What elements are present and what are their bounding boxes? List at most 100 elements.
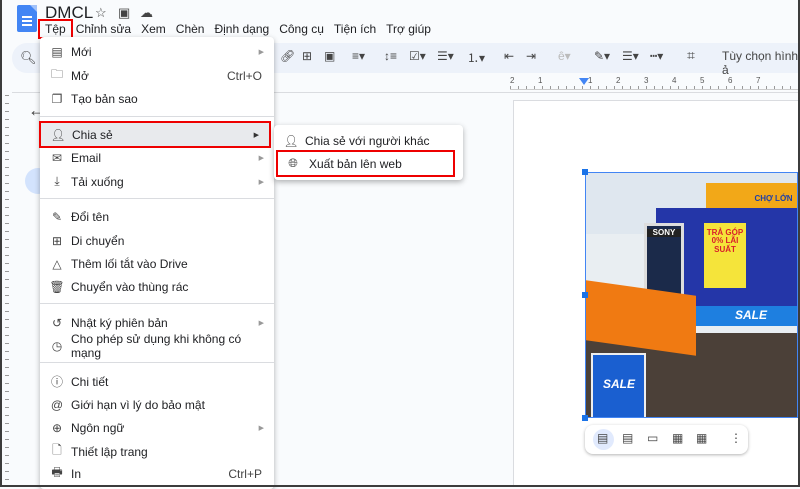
submenu-arrow-icon: ▶ xyxy=(258,154,264,162)
menu-item-details[interactable]: ⓘ Chi tiết xyxy=(40,370,274,393)
submenu-arrow-icon: ▶ xyxy=(258,48,264,56)
search-menus-icon[interactable]: 🔍︎ xyxy=(20,50,37,66)
ruler-label: 2 xyxy=(510,76,515,85)
document-title[interactable]: DMCL xyxy=(45,3,93,23)
cloud-saved-icon[interactable]: ☁ xyxy=(140,5,153,21)
break-text-icon[interactable]: ▭ xyxy=(647,431,658,445)
crop-icon[interactable]: ⌗ xyxy=(687,47,695,64)
horizontal-ruler[interactable]: 2 1 1 2 3 4 5 6 7 xyxy=(510,76,798,90)
menu-insert[interactable]: Chèn xyxy=(171,21,210,37)
printer-icon: 🖶 xyxy=(51,465,63,479)
move-folder-icon[interactable]: ▣ xyxy=(118,5,130,21)
menu-label: Ngôn ngữ xyxy=(71,420,125,435)
ruler-label: 5 xyxy=(700,76,705,85)
submenu-arrow-icon: ▶ xyxy=(253,131,259,139)
divider xyxy=(40,198,274,199)
resize-handle[interactable] xyxy=(582,169,588,175)
in-front-of-text-icon[interactable]: ▦ xyxy=(696,431,707,445)
menu-item-offline[interactable]: ◷ Cho phép sử dụng khi không có mạng xyxy=(40,331,274,360)
trash-icon: 🗑︎ xyxy=(49,279,65,294)
insert-image-icon[interactable]: ▣ xyxy=(324,49,335,63)
resize-handle[interactable] xyxy=(582,415,588,421)
menu-bar: Tệp Chỉnh sửa Xem Chèn Định dạng Công cụ… xyxy=(38,19,436,39)
ruler-label: 3 xyxy=(644,76,649,85)
border-color-icon[interactable]: ✎▾ xyxy=(594,49,610,63)
doc-icon: ▤ xyxy=(51,44,63,59)
docs-logo-icon[interactable] xyxy=(17,5,37,32)
copy-icon: ❐ xyxy=(51,91,63,106)
menu-extensions[interactable]: Tiện ích xyxy=(329,21,381,37)
menu-tools[interactable]: Công cụ xyxy=(274,21,329,37)
menu-item-email[interactable]: ✉ Email ▶ xyxy=(40,146,274,169)
photo-installment-text: TRẢ GÓP 0% LÃI SUẤT xyxy=(706,228,744,254)
menu-label: Cho phép sử dụng khi không có mạng xyxy=(71,331,242,360)
photo-sony-text: SONY xyxy=(647,228,681,238)
star-icon[interactable]: ☆ xyxy=(95,5,107,21)
image-layout-toolbar: ▤ ▤ ▭ ▦ ▦ ⋮ xyxy=(585,425,748,454)
menu-item-open[interactable]: 🗀 Mở Ctrl+O xyxy=(40,64,274,87)
decrease-indent-icon[interactable]: ⇤ xyxy=(504,49,514,63)
history-icon: ↺ xyxy=(51,315,63,330)
offline-icon: ◷ xyxy=(51,338,63,353)
menu-item-add-shortcut[interactable]: △ Thêm lối tắt vào Drive xyxy=(40,252,274,275)
submenu-arrow-icon: ▶ xyxy=(258,424,264,432)
menu-format[interactable]: Định dạng xyxy=(209,21,274,37)
pencil-icon: ✎ xyxy=(51,209,63,224)
menu-item-trash[interactable]: 🗑︎ Chuyển vào thùng rác xyxy=(40,275,274,298)
highlight-color-icon[interactable]: ê▾ xyxy=(558,49,571,63)
indent-marker[interactable] xyxy=(579,78,589,85)
menu-item-security-limits[interactable]: @ Giới hạn vì lý do bảo mật xyxy=(40,393,274,416)
increase-indent-icon[interactable]: ⇥ xyxy=(526,49,536,63)
menu-edit[interactable]: Chỉnh sửa xyxy=(71,21,136,37)
divider xyxy=(40,362,274,363)
ruler-label: 1 xyxy=(538,76,543,85)
photo-sale-sign-text: SALE xyxy=(602,377,635,391)
image-options-button[interactable]: Tùy chọn hình ả xyxy=(722,49,800,77)
person-add-icon: 👤︎ xyxy=(283,133,299,148)
menu-view[interactable]: Xem xyxy=(136,21,171,37)
align-icon[interactable]: ≡▾ xyxy=(352,49,365,63)
menu-label: Nhật ký phiên bản xyxy=(71,315,168,330)
menu-item-rename[interactable]: ✎ Đổi tên xyxy=(40,205,274,228)
photo-store-sign-text: CHỢ LỚN xyxy=(754,194,793,203)
menu-label: Mới xyxy=(71,44,92,59)
menu-label: Tải xuống xyxy=(71,174,124,189)
resize-handle[interactable] xyxy=(582,292,588,298)
wrap-text-icon[interactable]: ▤ xyxy=(622,431,633,445)
menu-label: Tạo bản sao xyxy=(71,91,138,106)
menu-item-language[interactable]: ⊕ Ngôn ngữ ▶ xyxy=(40,416,274,439)
menu-item-print[interactable]: 🖶 In Ctrl+P xyxy=(40,462,274,485)
behind-text-icon[interactable]: ▦ xyxy=(672,431,683,445)
divider xyxy=(40,303,274,304)
menu-item-move[interactable]: ⊞ Di chuyển xyxy=(40,229,274,252)
add-comment-icon[interactable]: ⊞ xyxy=(302,49,312,63)
menu-item-make-copy[interactable]: ❐ Tạo bản sao xyxy=(40,87,274,110)
info-icon: ⓘ xyxy=(50,375,63,389)
menu-label: Thêm lối tắt vào Drive xyxy=(71,256,188,271)
person-add-icon: 👤︎ xyxy=(50,127,66,142)
menu-help[interactable]: Trợ giúp xyxy=(381,21,436,37)
menu-item-share-with-others[interactable]: 👤︎ Chia sẻ với người khác xyxy=(274,129,463,152)
vertical-ruler[interactable] xyxy=(2,95,12,487)
menu-item-page-setup[interactable]: 🗋 Thiết lập trang xyxy=(40,440,274,463)
inline-text-icon[interactable]: ▤ xyxy=(597,431,608,445)
menu-item-download[interactable]: ⤓ Tải xuống ▶ xyxy=(40,170,274,193)
menu-label: Di chuyển xyxy=(71,233,125,248)
link-icon[interactable]: 🔗︎ xyxy=(280,49,295,63)
menu-item-new[interactable]: ▤ Mới ▶ xyxy=(40,40,274,63)
menu-file[interactable]: Tệp xyxy=(38,19,73,39)
drive-shortcut-icon: △ xyxy=(52,256,62,271)
menu-label: Email xyxy=(71,150,102,165)
more-options-icon[interactable]: ⋮ xyxy=(730,431,742,445)
checklist-icon[interactable]: ☑▾ xyxy=(409,49,426,63)
globe-icon: 🌐︎ xyxy=(288,156,298,170)
border-dash-icon[interactable]: ┅▾ xyxy=(650,49,663,63)
line-spacing-icon[interactable]: ↕≡ xyxy=(384,49,397,63)
ruler-label: 2 xyxy=(616,76,621,85)
bullet-list-icon[interactable]: ☰▾ xyxy=(437,49,454,63)
menu-item-publish-to-web[interactable]: 🌐︎ Xuất bản lên web xyxy=(276,150,455,177)
border-weight-icon[interactable]: ☰▾ xyxy=(622,49,639,63)
numbered-list-icon[interactable]: ⒈▾ xyxy=(467,49,485,66)
selected-image[interactable]: CHỢ LỚN SONY TRẢ GÓP 0% LÃI SUẤT SALE SA… xyxy=(585,172,798,418)
menu-item-share[interactable]: 👤︎ Chia sẻ ▶ xyxy=(39,121,271,148)
